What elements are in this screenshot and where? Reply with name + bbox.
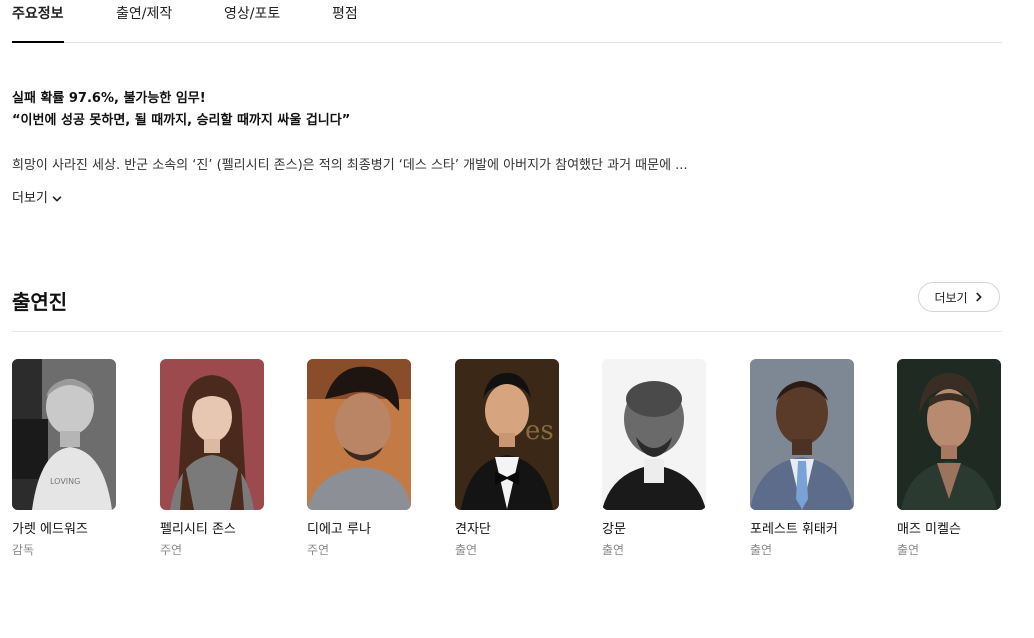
cast-photo <box>307 359 411 510</box>
cast-card[interactable]: 포레스트 휘태커 출연 <box>750 359 854 558</box>
tab-main-info[interactable]: 주요정보 <box>12 4 64 43</box>
cast-name: 포레스트 휘태커 <box>750 522 838 537</box>
cast-divider <box>12 331 1002 332</box>
tab-cast-crew[interactable]: 출연/제작 <box>116 4 172 41</box>
cast-card[interactable]: es 견자단 출연 <box>455 359 559 558</box>
cast-card[interactable]: 펠리시티 존스 주연 <box>160 359 264 558</box>
chevron-down-icon <box>52 196 62 202</box>
movie-detail-page: 주요정보 출연/제작 영상/포토 평점 실패 확률 97.6%, 불가능한 임무… <box>0 0 1034 638</box>
tagline: 실패 확률 97.6%, 불가능한 임무! “이번에 성공 못하면, 될 때까지… <box>12 88 350 132</box>
cast-card[interactable]: LOVING 가렛 에드워즈 감독 <box>12 359 116 558</box>
cast-section-title: 출연진 <box>12 290 68 314</box>
svg-text:LOVING: LOVING <box>50 477 80 486</box>
cast-role: 주연 <box>160 543 183 557</box>
cast-card[interactable]: 디에고 루나 주연 <box>307 359 411 558</box>
svg-text:es: es <box>525 416 554 446</box>
cast-role: 출연 <box>455 543 478 557</box>
tagline-line-1: 실패 확률 97.6%, 불가능한 임무! <box>12 91 206 106</box>
tab-video-photo[interactable]: 영상/포토 <box>224 4 280 41</box>
cast-more-label: 더보기 <box>934 290 968 305</box>
tagline-line-2: “이번에 성공 못하면, 될 때까지, 승리할 때까지 싸울 겁니다” <box>12 113 351 128</box>
cast-name: 매즈 미켈슨 <box>897 522 961 537</box>
cast-name: 가렛 에드워즈 <box>12 522 88 537</box>
cast-role: 주연 <box>307 543 330 557</box>
cast-photo <box>602 359 706 510</box>
cast-photo: LOVING <box>12 359 116 510</box>
chevron-right-icon <box>975 292 982 302</box>
cast-role: 감독 <box>12 543 35 557</box>
tab-bar: 주요정보 출연/제작 영상/포토 평점 <box>12 0 1002 43</box>
cast-name: 견자단 <box>455 522 491 537</box>
cast-name: 펠리시티 존스 <box>160 522 236 537</box>
cast-photo: es <box>455 359 559 510</box>
synopsis-more-button[interactable]: 더보기 <box>12 189 62 209</box>
cast-photo <box>750 359 854 510</box>
cast-card[interactable]: 매즈 미켈슨 출연 <box>897 359 1001 558</box>
cast-more-button[interactable]: 더보기 <box>918 282 1000 312</box>
cast-photo <box>160 359 264 510</box>
synopsis-more-label: 더보기 <box>12 191 48 206</box>
cast-card[interactable]: 강문 출연 <box>602 359 706 558</box>
cast-role: 출연 <box>750 543 773 557</box>
synopsis-text: 희망이 사라진 세상. 반군 소속의 ‘진’ (펠리시티 존스)은 적의 최종병… <box>12 158 688 173</box>
tab-rating[interactable]: 평점 <box>332 4 358 41</box>
cast-role: 출연 <box>602 543 625 557</box>
cast-name: 강문 <box>602 522 626 537</box>
cast-role: 출연 <box>897 543 920 557</box>
cast-name: 디에고 루나 <box>307 522 371 537</box>
cast-photo <box>897 359 1001 510</box>
